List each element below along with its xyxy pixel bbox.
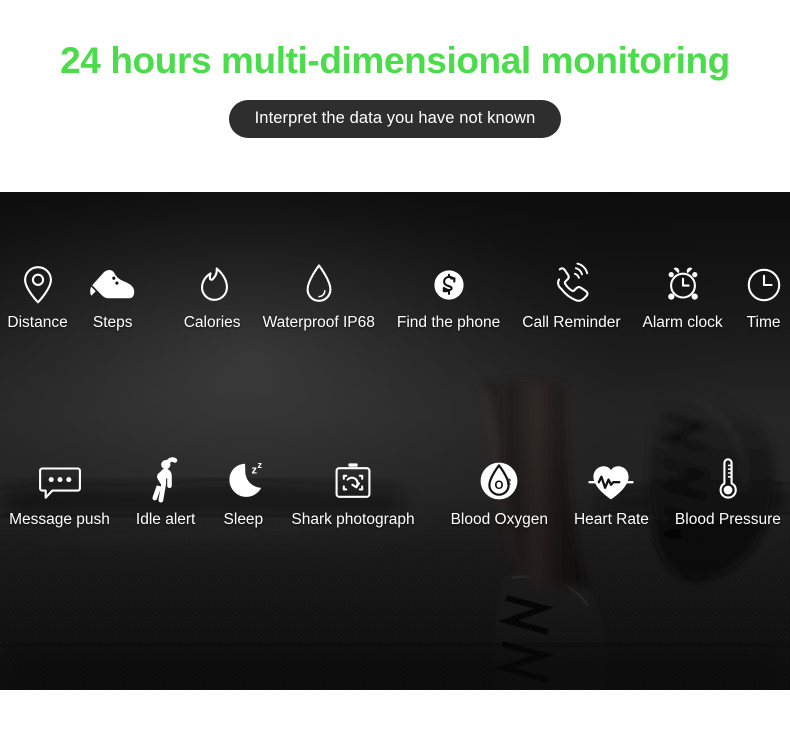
feature-calories[interactable]: Calories bbox=[184, 260, 241, 331]
thermometer-icon bbox=[715, 457, 741, 503]
location-pin-icon bbox=[21, 260, 55, 306]
feature-label: Message push bbox=[9, 511, 110, 528]
feature-waterproof[interactable]: Waterproof IP68 bbox=[263, 260, 375, 331]
feature-label: Blood Pressure bbox=[674, 511, 781, 528]
feature-label: Find the phone bbox=[396, 314, 501, 331]
svg-text:z: z bbox=[258, 460, 263, 470]
feature-blood-oxygen[interactable]: O 2 Blood Oxygen bbox=[451, 457, 548, 528]
feature-label: Idle alert bbox=[135, 511, 196, 528]
feature-label: Call Reminder bbox=[522, 314, 621, 331]
feature-label: Steps bbox=[92, 314, 133, 331]
feature-label: Distance bbox=[7, 314, 68, 331]
water-drop-icon bbox=[304, 260, 334, 306]
svg-text:O: O bbox=[495, 480, 504, 492]
feature-row-1: Distance Steps Calories Waterproof IP68 … bbox=[0, 260, 790, 331]
svg-text:2: 2 bbox=[507, 478, 512, 487]
message-bubble-icon bbox=[37, 457, 83, 503]
heart-pulse-icon bbox=[588, 457, 635, 503]
feature-blood-pressure[interactable]: Blood Pressure bbox=[675, 457, 781, 528]
feature-label: Shark photograph bbox=[291, 511, 415, 528]
page-header: 24 hours multi-dimensional monitoring In… bbox=[0, 0, 790, 192]
moon-zzz-icon: z z bbox=[221, 457, 265, 503]
feature-message-push[interactable]: Message push bbox=[9, 457, 110, 528]
running-shoe-icon bbox=[89, 260, 136, 306]
page-title: 24 hours multi-dimensional monitoring bbox=[60, 40, 730, 81]
feature-heart-rate[interactable]: Heart Rate bbox=[574, 457, 649, 528]
feature-rows: Distance Steps Calories Waterproof IP68 … bbox=[0, 192, 790, 690]
camera-icon bbox=[333, 457, 373, 503]
feature-label: Time bbox=[746, 314, 781, 331]
feature-label: Blood Oxygen bbox=[450, 511, 548, 528]
alarm-clock-icon bbox=[661, 260, 705, 306]
feature-label: Alarm clock bbox=[642, 314, 723, 331]
feature-steps[interactable]: Steps bbox=[89, 260, 136, 331]
feature-label: Sleep bbox=[223, 511, 264, 528]
feature-shark-photograph[interactable]: Shark photograph bbox=[291, 457, 415, 528]
feature-distance[interactable]: Distance bbox=[7, 260, 68, 331]
feature-label: Heart Rate bbox=[573, 511, 649, 528]
feature-idle-alert[interactable]: Idle alert bbox=[136, 457, 195, 528]
hero-banner: Distance Steps Calories Waterproof IP68 … bbox=[0, 192, 790, 690]
clock-icon bbox=[745, 260, 783, 306]
feature-label: Calories bbox=[183, 314, 241, 331]
feature-call-reminder[interactable]: Call Reminder bbox=[522, 260, 620, 331]
phone-ring-icon bbox=[550, 260, 592, 306]
stretching-person-icon bbox=[149, 457, 183, 503]
feature-sleep[interactable]: z z Sleep bbox=[221, 457, 265, 528]
feature-row-2: Message push Idle alert z z Sleep Shark … bbox=[0, 457, 790, 528]
flame-icon bbox=[195, 260, 229, 306]
feature-alarm-clock[interactable]: Alarm clock bbox=[642, 260, 723, 331]
feature-label: Waterproof IP68 bbox=[262, 314, 375, 331]
page-footer-whitespace bbox=[0, 690, 790, 750]
feature-time[interactable]: Time bbox=[745, 260, 783, 331]
blood-oxygen-icon: O 2 bbox=[477, 457, 521, 503]
feature-find-phone[interactable]: Find the phone bbox=[397, 260, 500, 331]
find-phone-icon bbox=[432, 260, 466, 306]
subtitle-pill: Interpret the data you have not known bbox=[228, 99, 562, 138]
